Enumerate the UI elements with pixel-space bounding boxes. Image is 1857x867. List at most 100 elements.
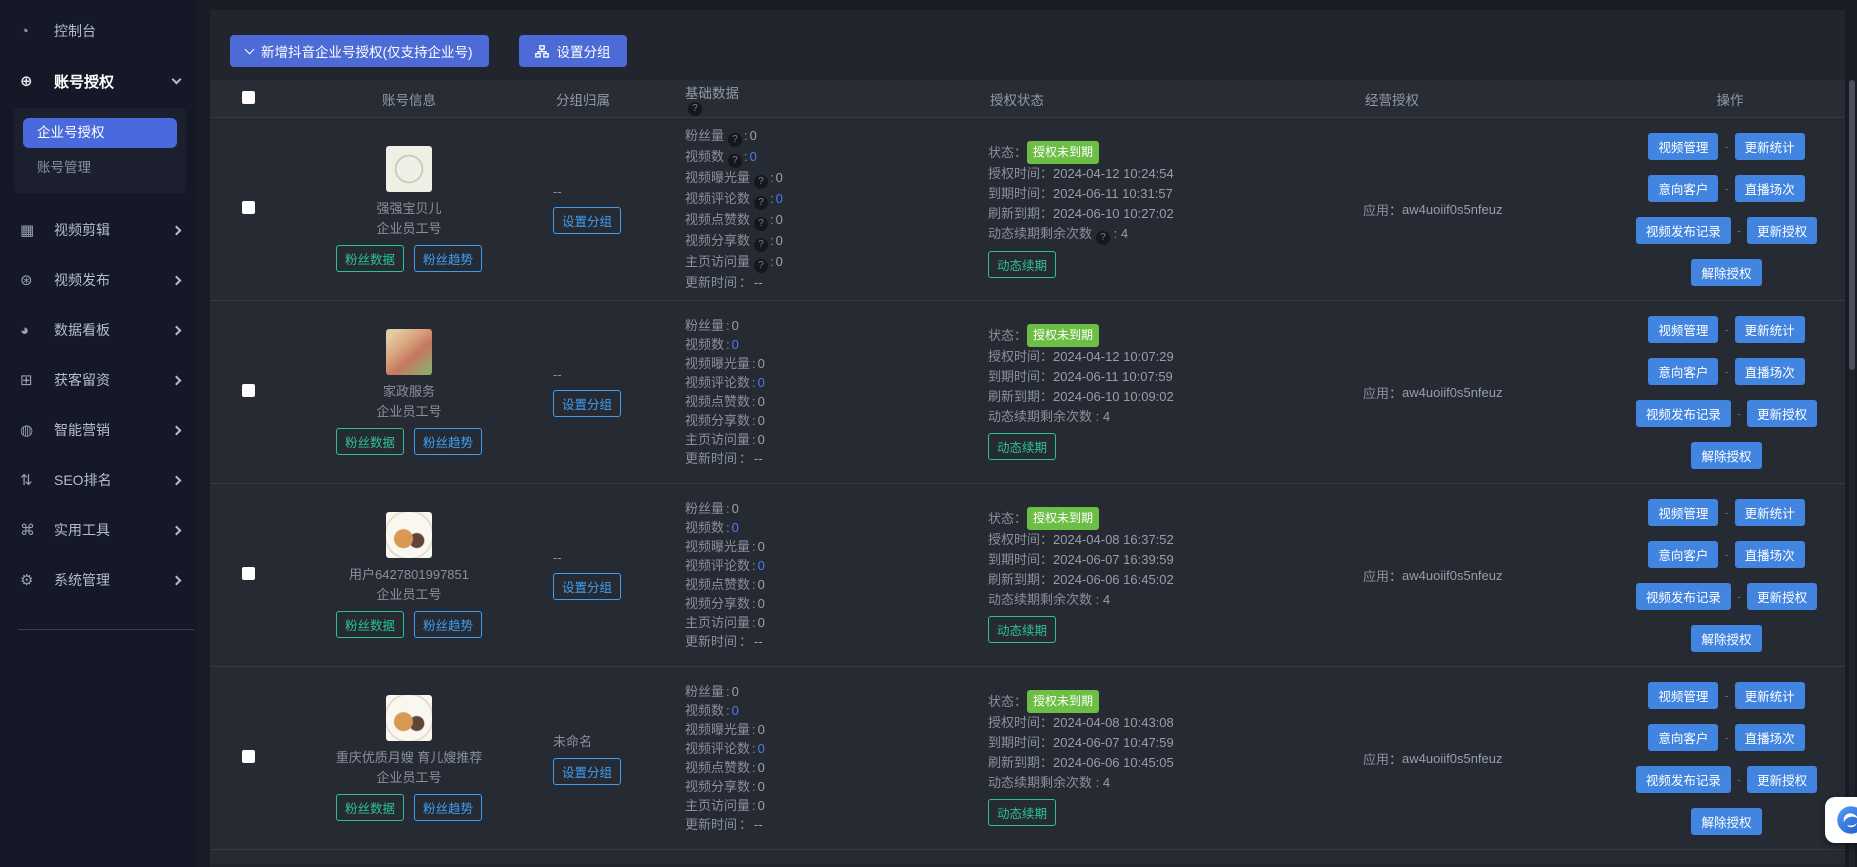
row-checkbox[interactable] xyxy=(242,384,255,397)
status-line: 状态：授权未到期 xyxy=(988,507,1099,530)
action-button-3[interactable]: 直播场次 xyxy=(1735,175,1805,202)
action-button-3[interactable]: 直播场次 xyxy=(1735,724,1805,751)
set-group-row-button[interactable]: 设置分组 xyxy=(553,390,621,417)
add-enterprise-auth-button[interactable]: 新增抖音企业号授权(仅支持企业号) xyxy=(230,35,489,67)
action-button-4[interactable]: 视频发布记录 xyxy=(1636,400,1731,427)
set-group-toolbar-button[interactable]: 设置分组 xyxy=(519,35,627,67)
customer-service-widget[interactable] xyxy=(1825,797,1857,843)
action-button-5[interactable]: 更新授权 xyxy=(1747,400,1817,427)
sidebar-item-label: 数据看板 xyxy=(54,320,173,340)
action-button-0[interactable]: 视频管理 xyxy=(1648,316,1718,343)
action-button-5[interactable]: 更新授权 xyxy=(1747,217,1817,244)
sidebar-item-8[interactable]: ⌘实用工具 xyxy=(0,505,196,555)
sidebar-item-6[interactable]: ◍智能营销 xyxy=(0,405,196,455)
action-button-0[interactable]: 视频管理 xyxy=(1648,682,1718,709)
set-group-row-button[interactable]: 设置分组 xyxy=(553,573,621,600)
action-button-0[interactable]: 视频管理 xyxy=(1648,133,1718,160)
action-button-6[interactable]: 解除授权 xyxy=(1691,442,1761,469)
colon: ： xyxy=(1040,532,1053,547)
action-button-6[interactable]: 解除授权 xyxy=(1691,259,1761,286)
colon: ： xyxy=(1040,186,1053,201)
fans-data-button[interactable]: 粉丝数据 xyxy=(336,245,404,272)
action-button-5[interactable]: 更新授权 xyxy=(1747,766,1817,793)
stat-value[interactable]: 0 xyxy=(732,520,739,535)
stat-value[interactable]: 0 xyxy=(758,558,765,573)
scrollbar-thumb[interactable] xyxy=(1849,80,1855,370)
sidebar-item-2[interactable]: ▦视频剪辑 xyxy=(0,205,196,255)
stat-label: 视频点赞数 xyxy=(685,394,750,409)
action-button-4[interactable]: 视频发布记录 xyxy=(1636,583,1731,610)
colon: : xyxy=(752,741,756,756)
stat-value[interactable]: 0 xyxy=(758,375,765,390)
action-button-3[interactable]: 直播场次 xyxy=(1735,358,1805,385)
dynamic-renew-button[interactable]: 动态续期 xyxy=(988,616,1056,643)
stat-line: 视频分享数:0 xyxy=(685,411,985,430)
action-button-5[interactable]: 更新授权 xyxy=(1747,583,1817,610)
fans-trend-button[interactable]: 粉丝趋势 xyxy=(414,794,482,821)
row-checkbox[interactable] xyxy=(242,201,255,214)
stat-value[interactable]: 0 xyxy=(732,337,739,352)
renew-remaining-label: 动态续期剩余次数 xyxy=(988,592,1092,607)
action-button-1[interactable]: 更新统计 xyxy=(1735,499,1805,526)
colon: ： xyxy=(1014,694,1027,709)
stat-value[interactable]: 0 xyxy=(776,191,783,206)
row-checkbox[interactable] xyxy=(242,750,255,763)
action-button-0[interactable]: 视频管理 xyxy=(1648,499,1718,526)
actions-line: 视频发布记录-更新授权 xyxy=(1636,766,1817,793)
fans-data-button[interactable]: 粉丝数据 xyxy=(336,611,404,638)
colon: ： xyxy=(1014,145,1027,160)
action-button-3[interactable]: 直播场次 xyxy=(1735,541,1805,568)
fans-trend-button[interactable]: 粉丝趋势 xyxy=(414,245,482,272)
film-reel-icon: ⊛ xyxy=(20,271,44,289)
colon: ： xyxy=(1389,749,1402,768)
sidebar-item-5[interactable]: ⊞获客留资 xyxy=(0,355,196,405)
row-checkbox[interactable] xyxy=(242,567,255,580)
action-button-2[interactable]: 意向客户 xyxy=(1648,358,1718,385)
action-button-1[interactable]: 更新统计 xyxy=(1735,316,1805,343)
stat-line: 视频点赞数:0 xyxy=(685,575,985,594)
colon: : xyxy=(726,684,730,699)
auth-status-cell: 状态：授权未到期 授权时间：2024-04-12 10:24:54 到期时间：2… xyxy=(985,141,1355,278)
dynamic-renew-button[interactable]: 动态续期 xyxy=(988,433,1056,460)
action-button-6[interactable]: 解除授权 xyxy=(1691,808,1761,835)
fans-trend-button[interactable]: 粉丝趋势 xyxy=(414,428,482,455)
dynamic-renew-button[interactable]: 动态续期 xyxy=(988,799,1056,826)
set-group-row-button[interactable]: 设置分组 xyxy=(553,758,621,785)
sidebar-item-7[interactable]: ⇅SEO排名 xyxy=(0,455,196,505)
fans-trend-button[interactable]: 粉丝趋势 xyxy=(414,611,482,638)
action-button-2[interactable]: 意向客户 xyxy=(1648,724,1718,751)
select-all-checkbox[interactable] xyxy=(242,91,255,104)
dynamic-renew-button[interactable]: 动态续期 xyxy=(988,251,1056,278)
account-buttons: 粉丝数据 粉丝趋势 xyxy=(336,611,482,638)
sidebar-item-1[interactable]: ⊕账号授权 xyxy=(0,56,196,106)
action-button-1[interactable]: 更新统计 xyxy=(1735,133,1805,160)
action-button-4[interactable]: 视频发布记录 xyxy=(1636,217,1731,244)
action-button-1[interactable]: 更新统计 xyxy=(1735,682,1805,709)
action-button-2[interactable]: 意向客户 xyxy=(1648,175,1718,202)
sidebar-subitem-0[interactable]: 企业号授权 xyxy=(23,118,177,148)
sidebar-item-4[interactable]: ◕数据看板 xyxy=(0,305,196,355)
stat-value[interactable]: 0 xyxy=(732,703,739,718)
vertical-scrollbar[interactable] xyxy=(1849,80,1855,867)
action-button-2[interactable]: 意向客户 xyxy=(1648,541,1718,568)
update-time-label: 更新时间 xyxy=(685,275,737,290)
fans-data-button[interactable]: 粉丝数据 xyxy=(336,794,404,821)
sidebar-item-9[interactable]: ⚙系统管理 xyxy=(0,555,196,605)
stat-value: 0 xyxy=(758,539,765,554)
status-badge: 授权未到期 xyxy=(1027,141,1099,164)
stat-value[interactable]: 0 xyxy=(750,149,757,164)
stat-label: 视频评论数 xyxy=(685,375,750,390)
status-badge: 授权未到期 xyxy=(1027,690,1099,713)
sidebar-subitem-1[interactable]: 账号管理 xyxy=(23,153,177,183)
sidebar-item-3[interactable]: ⊛视频发布 xyxy=(0,255,196,305)
action-button-6[interactable]: 解除授权 xyxy=(1691,625,1761,652)
business-auth-cell: 应用：aw4uoiif0s5nfeuz xyxy=(1355,383,1560,402)
action-button-4[interactable]: 视频发布记录 xyxy=(1636,766,1731,793)
stat-value[interactable]: 0 xyxy=(758,741,765,756)
fans-data-button[interactable]: 粉丝数据 xyxy=(336,428,404,455)
refresh-expire-label: 刷新到期 xyxy=(988,206,1040,221)
expire-time-label: 到期时间 xyxy=(988,552,1040,567)
set-group-row-button[interactable]: 设置分组 xyxy=(553,207,621,234)
stat-value: 0 xyxy=(758,413,765,428)
sidebar-item-0[interactable]: ◔控制台 xyxy=(0,6,196,56)
